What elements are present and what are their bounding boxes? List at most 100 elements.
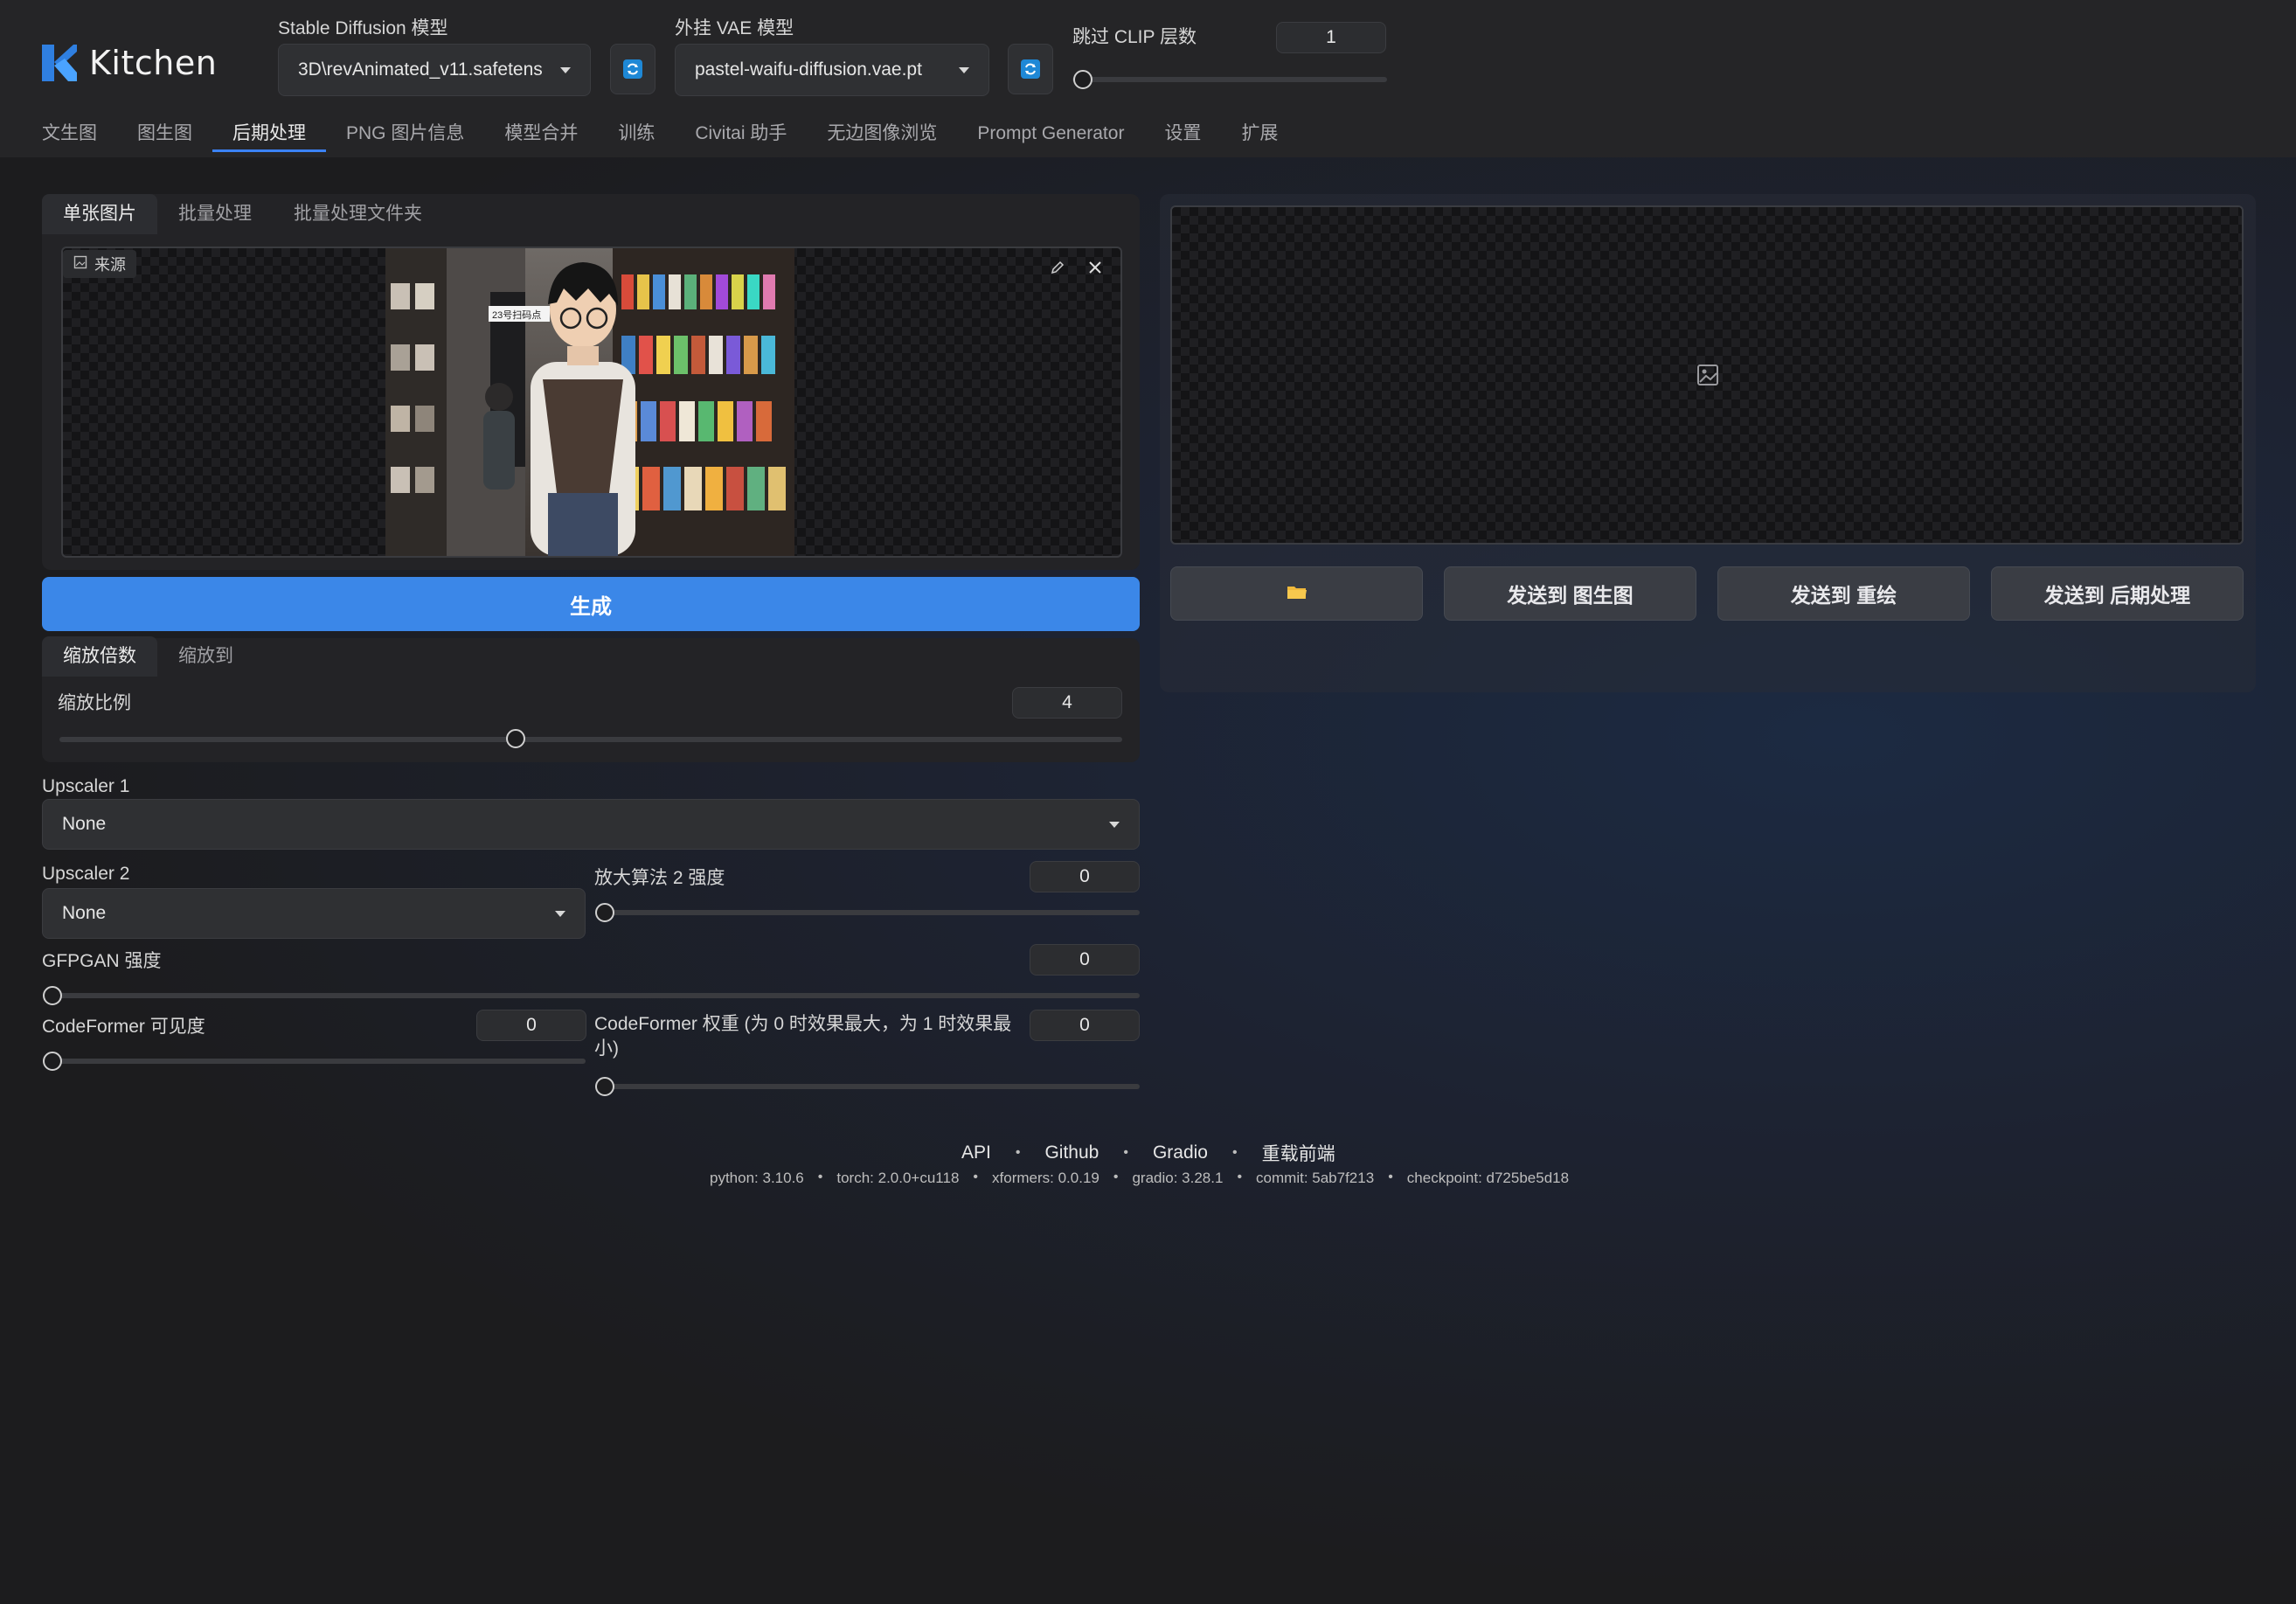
clip-skip-label: 跳过 CLIP 层数 xyxy=(1072,27,1197,47)
send-to-extras-button[interactable]: 发送到 后期处理 xyxy=(1991,566,2244,621)
chevron-down-icon xyxy=(959,66,969,73)
close-icon[interactable] xyxy=(1086,259,1104,281)
folder-icon xyxy=(1287,582,1308,606)
vae-model-dropdown[interactable]: pastel-waifu-diffusion.vae.pt xyxy=(675,44,989,96)
refresh-sd-model-button[interactable] xyxy=(610,44,656,94)
codeformer-visibility-label: CodeFormer 可见度 xyxy=(42,1017,205,1037)
uploaded-image: 23号扫码点 xyxy=(385,248,794,556)
version-torch: torch: 2.0.0+cu118 xyxy=(836,1170,960,1186)
edit-icon[interactable] xyxy=(1049,259,1066,281)
tab-single-image[interactable]: 单张图片 xyxy=(42,194,157,234)
scale-slider-thumb[interactable] xyxy=(506,729,525,748)
open-folder-button[interactable] xyxy=(1170,566,1423,621)
footer-link-api[interactable]: API xyxy=(961,1142,991,1163)
input-subtabs: 单张图片 批量处理 批量处理文件夹 xyxy=(42,194,443,234)
upscaler1-label: Upscaler 1 xyxy=(42,776,130,796)
clip-skip-slider-thumb[interactable] xyxy=(1073,70,1093,89)
send-to-inpaint-button[interactable]: 发送到 重绘 xyxy=(1717,566,1970,621)
version-commit: commit: 5ab7f213 xyxy=(1256,1170,1375,1186)
sd-model-dropdown[interactable]: 3D\revAnimated_v11.safetens xyxy=(278,44,591,96)
chevron-down-icon xyxy=(560,66,571,73)
app-title: Kitchen xyxy=(89,44,218,82)
bullet-separator: • xyxy=(1123,1145,1128,1160)
bullet-separator: • xyxy=(973,1170,979,1184)
scale-input[interactable]: 4 xyxy=(1012,687,1122,719)
gfpgan-slider-thumb[interactable] xyxy=(43,986,62,1005)
clip-skip-slider-track[interactable] xyxy=(1072,77,1387,82)
version-xformers: xformers: 0.0.19 xyxy=(992,1170,1099,1186)
tab-batch-folder[interactable]: 批量处理文件夹 xyxy=(273,194,443,234)
scale-label: 缩放比例 xyxy=(58,693,131,713)
bullet-separator: • xyxy=(1237,1170,1243,1184)
upscaler2-strength-slider-track[interactable] xyxy=(596,910,1140,915)
footer-links: API • Github • Gradio • 重载前端 xyxy=(961,1140,1335,1166)
version-checkpoint: checkpoint: d725be5d18 xyxy=(1406,1170,1570,1186)
tab-settings[interactable]: 设置 xyxy=(1144,121,1221,152)
chevron-down-icon xyxy=(1109,821,1120,828)
tab-png-info[interactable]: PNG 图片信息 xyxy=(326,121,484,152)
footer-link-github[interactable]: Github xyxy=(1044,1142,1099,1163)
codeformer-visibility-input[interactable]: 0 xyxy=(476,1010,586,1041)
bullet-separator: • xyxy=(1113,1170,1119,1184)
tab-train[interactable]: 训练 xyxy=(598,121,675,152)
upscaler2-strength-slider-thumb[interactable] xyxy=(595,903,614,922)
image-sign-text: 23号扫码点 xyxy=(492,309,541,321)
upscaler2-value: None xyxy=(62,903,107,923)
codeformer-weight-input[interactable]: 0 xyxy=(1030,1010,1140,1041)
bullet-separator: • xyxy=(1015,1145,1021,1160)
upscaler1-value: None xyxy=(62,814,107,834)
send-to-img2img-button[interactable]: 发送到 图生图 xyxy=(1444,566,1696,621)
sd-model-label: Stable Diffusion 模型 xyxy=(278,18,448,38)
tab-civitai-helper[interactable]: Civitai 助手 xyxy=(675,121,807,152)
codeformer-weight-slider-track[interactable] xyxy=(596,1084,1140,1089)
upscaler1-dropdown[interactable]: None xyxy=(42,799,1140,850)
tab-txt2img[interactable]: 文生图 xyxy=(42,121,117,152)
source-label-badge: 来源 xyxy=(63,250,136,278)
upscaler2-strength-input[interactable]: 0 xyxy=(1030,861,1140,892)
tab-batch-process[interactable]: 批量处理 xyxy=(157,194,273,234)
tab-scale-to[interactable]: 缩放到 xyxy=(157,636,254,677)
image-icon xyxy=(73,255,87,274)
tab-image-browser[interactable]: 无边图像浏览 xyxy=(807,121,957,152)
codeformer-weight-label: CodeFormer 权重 (为 0 时效果最大，为 1 时效果最小) xyxy=(594,1014,1012,1059)
upscaler2-strength-label: 放大算法 2 强度 xyxy=(594,868,725,888)
tab-prompt-generator[interactable]: Prompt Generator xyxy=(957,121,1144,152)
codeformer-weight-slider-thumb[interactable] xyxy=(595,1077,614,1096)
clip-skip-input[interactable]: 1 xyxy=(1276,22,1386,53)
tab-scale-by[interactable]: 缩放倍数 xyxy=(42,636,157,677)
app-logo: Kitchen xyxy=(42,44,217,82)
footer-link-gradio[interactable]: Gradio xyxy=(1153,1142,1208,1163)
refresh-icon xyxy=(1021,59,1040,79)
image-placeholder-icon xyxy=(1696,363,1720,392)
gfpgan-input[interactable]: 0 xyxy=(1030,944,1140,976)
bullet-separator: • xyxy=(817,1170,823,1184)
upscaler2-label: Upscaler 2 xyxy=(42,864,130,884)
upscaler2-dropdown[interactable]: None xyxy=(42,888,586,939)
tab-extras[interactable]: 后期处理 xyxy=(212,121,326,152)
tab-model-merge[interactable]: 模型合并 xyxy=(484,121,598,152)
source-label: 来源 xyxy=(94,256,126,274)
scale-slider-track[interactable] xyxy=(59,737,1122,742)
footer-versions: python: 3.10.6 • torch: 2.0.0+cu118 • xf… xyxy=(710,1170,1569,1187)
tab-img2img[interactable]: 图生图 xyxy=(117,121,212,152)
kitchen-logo-icon xyxy=(42,45,77,81)
refresh-vae-button[interactable] xyxy=(1008,44,1053,94)
gfpgan-label: GFPGAN 强度 xyxy=(42,951,162,971)
bullet-separator: • xyxy=(1388,1170,1393,1184)
chevron-down-icon xyxy=(555,910,565,917)
main-tabs: 文生图 图生图 后期处理 PNG 图片信息 模型合并 训练 Civitai 助手… xyxy=(42,121,1298,152)
gfpgan-slider-track[interactable] xyxy=(44,993,1140,998)
bullet-separator: • xyxy=(1231,1145,1238,1160)
version-gradio: gradio: 3.28.1 xyxy=(1132,1170,1224,1186)
codeformer-visibility-slider-track[interactable] xyxy=(44,1059,586,1064)
footer-link-reload-ui[interactable]: 重载前端 xyxy=(1262,1140,1335,1166)
version-python: python: 3.10.6 xyxy=(710,1170,804,1186)
sd-model-value: 3D\revAnimated_v11.safetens xyxy=(298,59,543,80)
vae-model-value: pastel-waifu-diffusion.vae.pt xyxy=(695,59,922,80)
vae-model-label: 外挂 VAE 模型 xyxy=(675,18,794,38)
resize-subtabs: 缩放倍数 缩放到 xyxy=(42,636,254,677)
codeformer-visibility-slider-thumb[interactable] xyxy=(43,1052,62,1071)
refresh-icon xyxy=(623,59,642,79)
generate-button[interactable]: 生成 xyxy=(42,577,1140,631)
tab-extensions[interactable]: 扩展 xyxy=(1221,121,1298,152)
